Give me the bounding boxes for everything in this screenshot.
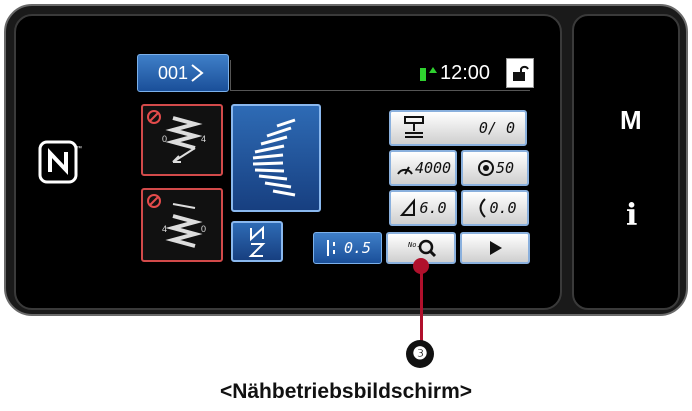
header-divider-vertical [230,60,231,90]
stitch-length-icon [400,198,416,216]
speed-icon [397,166,413,175]
reverse-stitch-icon [248,225,266,257]
side-key-panel [572,14,680,310]
stitch-pattern-button[interactable] [231,104,321,212]
svg-text:No.: No. [407,241,421,249]
screen-caption: <Nähbetriebsbildschirm> [219,380,473,403]
max-speed-value: 4000 [414,159,452,177]
pattern-arrow-icon [191,64,204,82]
info-key[interactable]: i [626,198,637,233]
stitch-length-value: 6.0 [419,199,447,217]
stitch-count-value: 50 [495,159,515,177]
condensation-icon [479,198,487,218]
search-icon: No. [407,239,437,258]
zigzag-stitch-icon [252,118,296,197]
end-backtack-button[interactable]: 4 0 [141,188,223,262]
bobbin-counter-button[interactable]: 0/ 0 [389,110,527,146]
callout-line [420,264,423,346]
play-icon [490,241,502,255]
bobbin-counter-value: 0/ 0 [478,119,515,137]
pattern-number-button[interactable]: 001 [137,54,229,92]
condensation-value: 0.0 [489,199,517,217]
stitch-count-button[interactable]: 50 [461,150,529,186]
mode-key[interactable]: M [620,105,642,136]
reverse-length-button[interactable]: 0.5 [313,232,382,264]
end-backtack-icon: 4 0 [147,194,206,248]
signal-icon [420,66,437,81]
svg-text:4: 4 [162,224,167,234]
max-speed-button[interactable]: 4000 [389,150,457,186]
bobbin-icon [477,160,494,176]
pattern-number: 001 [157,62,189,83]
play-button[interactable] [460,232,530,264]
clock: 12:00 [440,62,491,84]
callout-number: ❸ [406,340,434,368]
svg-text:0: 0 [201,224,206,234]
reverse-length-icon [326,240,335,256]
start-backtack-icon: 0 4 [147,110,206,163]
stitch-length-button[interactable]: 6.0 [389,190,457,226]
status-bar: 12:00 [418,62,490,85]
lock-button[interactable] [506,58,534,88]
svg-text:0: 0 [162,134,167,144]
unlock-icon [513,65,529,81]
start-backtack-button[interactable]: 0 4 [141,104,223,176]
header-divider [230,90,530,91]
nfc-icon: ™ [38,140,82,184]
bobbin-counter-icon [404,116,424,138]
condensation-button[interactable]: 0.0 [461,190,529,226]
svg-text:4: 4 [201,134,206,144]
svg-text:™: ™ [76,145,82,152]
reverse-stitch-button[interactable] [231,221,283,262]
reverse-length-value: 0.5 [343,239,372,257]
